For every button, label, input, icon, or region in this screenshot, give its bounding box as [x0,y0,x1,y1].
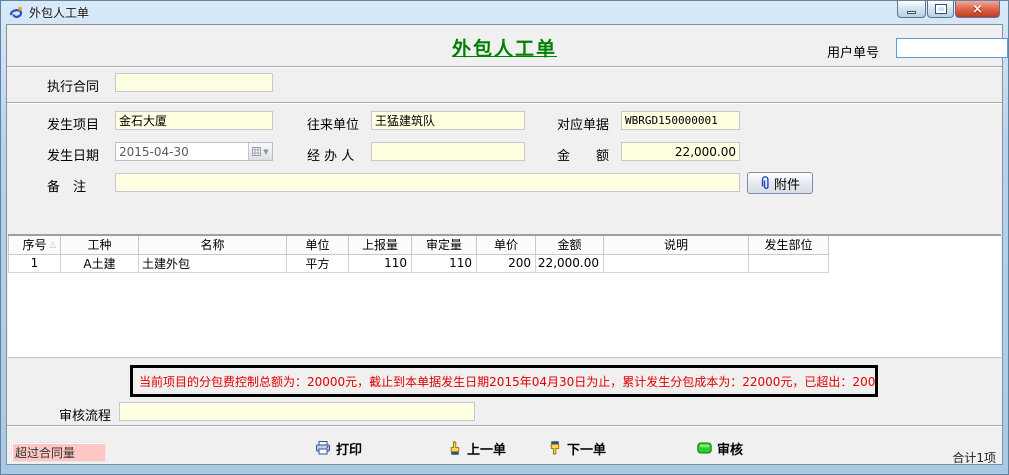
grid-cell[interactable]: 110 [349,254,412,272]
grid-cell[interactable]: 200 [477,254,536,272]
divider [7,425,1002,427]
ref-doc-label: 对应单据 [557,114,609,133]
amount-input[interactable] [621,142,740,161]
divider [7,102,1002,104]
review-flow-label: 审核流程 [59,405,111,424]
grid-col-header[interactable]: 序号△ [9,236,61,254]
remark-input[interactable] [115,173,740,192]
grid-header-row: 序号△工种名称单位上报量审定量单价金额说明发生部位 [9,236,829,254]
hand-point-up-icon [447,440,462,456]
print-button-label: 打印 [336,439,362,458]
audit-status-icon [697,442,712,454]
budget-warning-message: 当前项目的分包费控制总额为：20000元，截止到本单据发生日期2015年04月3… [130,365,878,397]
maximize-icon [936,5,946,13]
close-icon: × [972,3,983,16]
printer-icon [315,440,331,456]
counterparty-input[interactable] [371,111,525,130]
close-button[interactable]: × [955,1,1000,18]
grid-cell[interactable]: A土建 [61,254,139,272]
warning-text: 当前项目的分包费控制总额为：20000元，截止到本单据发生日期2015年04月3… [139,373,878,390]
grid-col-header[interactable]: 说明 [604,236,749,254]
table-row[interactable]: 1A土建土建外包平方11011020022,000.00 [9,254,829,272]
grid-cell[interactable]: 1 [9,254,61,272]
grid-col-header[interactable]: 单价 [477,236,536,254]
grid-cell[interactable]: 土建外包 [139,254,287,272]
user-no-input[interactable] [896,38,1008,58]
next-doc-button[interactable]: 下一单 [547,437,606,459]
user-no-label: 用户单号 [827,42,879,61]
audit-button-label: 审核 [717,439,743,458]
grid-cell[interactable]: 平方 [287,254,349,272]
audit-button[interactable]: 审核 [697,437,743,459]
calendar-icon [252,147,261,156]
attachment-button-label: 附件 [774,174,800,193]
grid-col-header[interactable]: 发生部位 [749,236,829,254]
project-label: 发生项目 [47,114,99,133]
handler-input[interactable] [371,142,525,161]
previous-doc-button[interactable]: 上一单 [447,437,506,459]
window-controls: × [896,1,1000,18]
amount-label: 金 额 [557,145,609,164]
date-picker-button[interactable]: ▼ [248,143,272,160]
grid-col-header[interactable]: 名称 [139,236,287,254]
grid-cell[interactable] [604,254,749,272]
grid-col-header[interactable]: 金额 [536,236,604,254]
line-items-grid: 序号△工种名称单位上报量审定量单价金额说明发生部位 1A土建土建外包平方1101… [8,234,1001,358]
status-badge-label: 超过合同量 [15,444,75,461]
contract-input[interactable] [115,73,273,92]
paperclip-icon [760,176,771,191]
date-label: 发生日期 [47,145,99,164]
sort-asc-icon: △ [50,240,56,249]
counterparty-label: 往来单位 [307,114,359,133]
ref-doc-input[interactable] [621,111,740,130]
divider [7,66,1002,68]
hand-point-down-icon [547,440,562,456]
grid-cell[interactable] [749,254,829,272]
minimize-button[interactable] [897,1,926,18]
form-panel: 外包人工单 用户单号 执行合同 发生项目 往来单位 对应单据 发生日期 2015… [6,24,1003,465]
titlebar: 外包人工单 × [1,1,1008,24]
contract-label: 执行合同 [47,76,99,95]
status-badge: 超过合同量 [11,442,106,462]
minimize-icon [907,11,916,14]
handler-label: 经 办 人 [307,145,354,164]
grid-cell[interactable]: 110 [412,254,477,272]
remark-label: 备 注 [47,176,86,195]
date-value: 2015-04-30 [116,145,248,159]
print-button[interactable]: 打印 [315,437,362,459]
total-count-label: 合计1项 [952,449,996,466]
app-window: 外包人工单 × 外包人工单 用户单号 执行合同 发生项目 往来单位 对应单据 发… [0,0,1009,475]
grid-col-header[interactable]: 工种 [61,236,139,254]
project-input[interactable] [115,111,273,130]
review-flow-input[interactable] [119,402,475,421]
window-title: 外包人工单 [29,4,89,21]
line-items-table: 序号△工种名称单位上报量审定量单价金额说明发生部位 1A土建土建外包平方1101… [8,236,829,273]
grid-col-header[interactable]: 审定量 [412,236,477,254]
previous-doc-label: 上一单 [467,439,506,458]
app-icon [8,5,24,21]
chevron-down-icon: ▼ [263,148,268,156]
maximize-button[interactable] [927,1,954,18]
date-input[interactable]: 2015-04-30 ▼ [115,142,273,161]
attachment-button[interactable]: 附件 [747,172,813,194]
grid-col-header[interactable]: 单位 [287,236,349,254]
grid-col-header[interactable]: 上报量 [349,236,412,254]
grid-cell[interactable]: 22,000.00 [536,254,604,272]
next-doc-label: 下一单 [567,439,606,458]
